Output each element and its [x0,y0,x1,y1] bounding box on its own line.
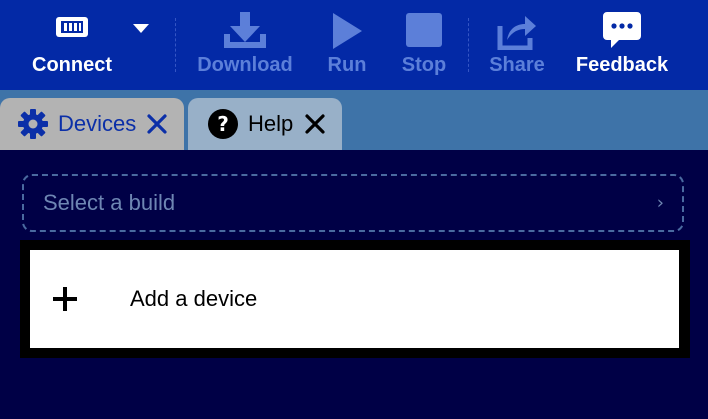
usb-device-icon [42,0,102,50]
download-icon [215,0,275,50]
tab-bar: Devices ? Help [0,90,708,150]
tab-help[interactable]: ? Help [188,98,342,150]
add-device-button[interactable]: Add a device [30,250,679,348]
plus-icon [52,286,78,312]
svg-text:?: ? [217,112,229,136]
close-icon[interactable] [146,113,168,135]
app-window: Connect Download Run Stop Share Feedback… [0,0,708,419]
play-icon [317,0,377,50]
share-label: Share [489,54,545,76]
run-label: Run [327,54,367,76]
download-label: Download [197,54,293,76]
close-icon[interactable] [304,113,326,135]
connect-label: Connect [32,54,112,76]
share-icon [487,0,547,50]
speech-bubble-icon [592,0,652,50]
toolbar-divider [468,18,469,72]
download-button[interactable]: Download [192,0,298,90]
chevron-right-icon: › [656,192,664,214]
question-circle-icon: ? [208,109,238,139]
build-select-placeholder: Select a build [43,190,176,215]
stop-icon [394,0,454,50]
share-button[interactable]: Share [482,0,552,90]
connect-button[interactable]: Connect [22,0,122,90]
stop-label: Stop [401,54,447,76]
gear-icon [18,109,48,139]
toolbar-divider [175,18,176,72]
run-button[interactable]: Run [318,0,376,90]
build-select[interactable]: Select a build › [22,174,684,232]
feedback-label: Feedback [575,54,669,76]
add-device-label: Add a device [130,286,258,311]
device-list: Add a device [20,240,690,358]
tab-help-label: Help [248,111,294,136]
connect-menu-button[interactable] [124,0,158,90]
feedback-button[interactable]: Feedback [570,0,674,90]
tab-devices-label: Devices [58,111,137,136]
devices-panel: Select a build › Add a device [0,150,708,419]
toolbar: Connect Download Run Stop Share Feedback [0,0,708,90]
stop-button[interactable]: Stop [393,0,455,90]
tab-devices[interactable]: Devices [0,98,184,150]
caret-down-icon [124,0,158,50]
